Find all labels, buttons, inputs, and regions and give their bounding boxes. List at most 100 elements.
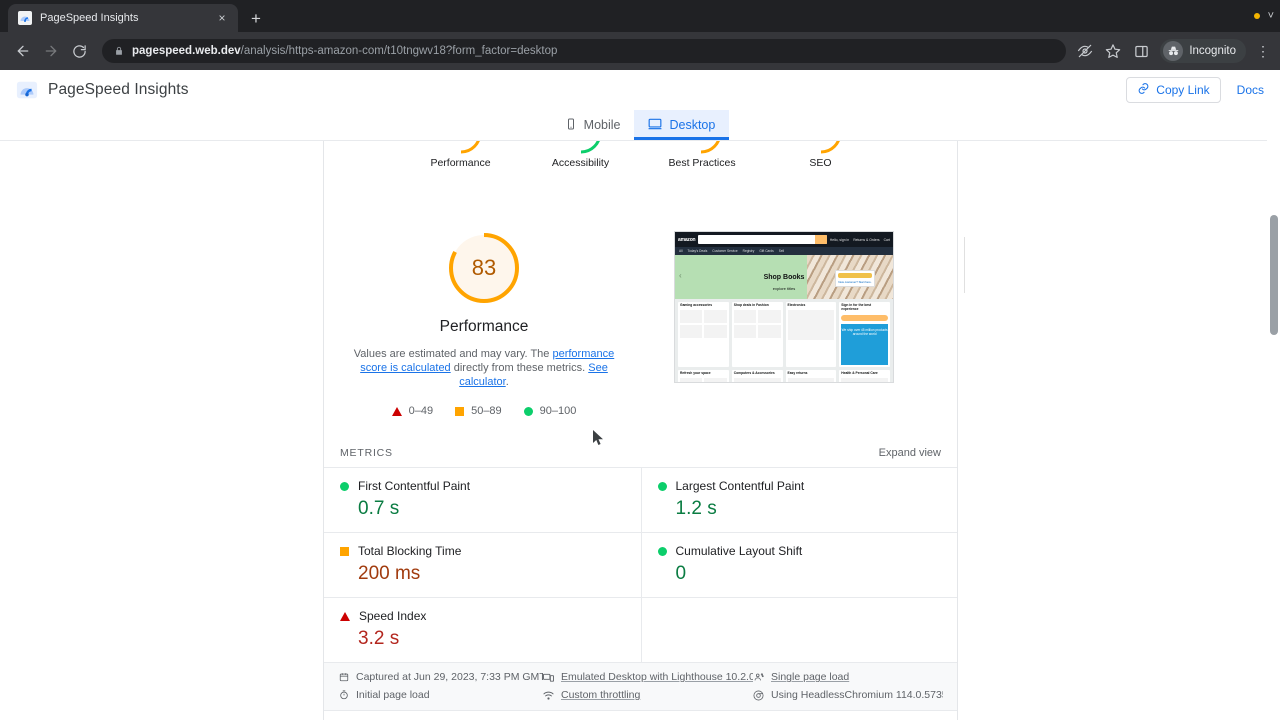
tab-desktop[interactable]: Desktop — [634, 110, 730, 140]
forward-button[interactable] — [38, 38, 64, 64]
env-captured-at: Captured at Jun 29, 2023, 7:33 PM GMT+3 — [338, 671, 543, 683]
tile — [733, 309, 757, 323]
toolbar-actions: Incognito ⋮ — [1076, 39, 1270, 63]
card-title: Health & Personal Care — [841, 371, 878, 376]
tile — [680, 324, 703, 338]
url-domain: pagespeed.web.dev — [132, 45, 241, 57]
amazon-card-grid: Gaming accessories Shop deals in Fashion… — [675, 299, 893, 382]
card-title: Computers & Accessories — [733, 371, 775, 376]
timer-icon — [338, 690, 349, 701]
amazon-subnav-item: Today's Deals — [687, 249, 708, 253]
metric-speed-index[interactable]: Speed Index 3.2 s — [324, 598, 641, 664]
sidepanel-icon[interactable] — [1132, 42, 1150, 60]
throttle-icon — [543, 690, 554, 701]
env-emulated-device[interactable]: Emulated Desktop with Lighthouse 10.2.0 — [543, 671, 753, 683]
expand-view-button[interactable]: Expand view — [879, 447, 941, 459]
eye-off-icon[interactable] — [1076, 42, 1094, 60]
incognito-indicator[interactable]: Incognito — [1160, 39, 1246, 63]
scrollbar-track[interactable] — [1267, 140, 1280, 720]
tile — [841, 377, 888, 382]
back-button[interactable] — [10, 38, 36, 64]
metric-cumulative-layout-shift[interactable]: Cumulative Layout Shift 0 — [640, 533, 957, 599]
env-label: Custom throttling — [561, 689, 641, 702]
amazon-account-links: Hello, sign in Returns & Orders Cart — [830, 238, 890, 242]
tile — [758, 324, 781, 338]
tab-strip: PageSpeed Insights × + ˅ — [0, 0, 1280, 32]
link-icon — [1137, 82, 1150, 98]
psi-brand[interactable]: PageSpeed Insights — [16, 79, 189, 101]
gauge-label-best-practices: Best Practices — [668, 157, 736, 169]
hero-subtitle: explore titles — [772, 286, 796, 291]
new-tab-button[interactable]: + — [242, 4, 270, 32]
note-text-3: . — [505, 375, 509, 388]
hero-title: Shop Books — [763, 274, 805, 281]
legend-label-good: 90–100 — [539, 405, 577, 418]
environment-bar: Captured at Jun 29, 2023, 7:33 PM GMT+3 … — [324, 663, 957, 712]
chevron-down-icon[interactable]: ˅ — [1268, 10, 1274, 22]
legend-item-average: 50–89 — [455, 405, 502, 417]
gauge-seo[interactable]: SEO — [789, 141, 853, 191]
metric-value: 0 — [675, 563, 687, 585]
gauge-performance[interactable]: Performance — [429, 141, 493, 191]
reload-button[interactable] — [66, 38, 92, 64]
env-page-load-type[interactable]: Single page load — [753, 671, 943, 683]
docs-link[interactable]: Docs — [1237, 83, 1264, 97]
psi-header: PageSpeed Insights Copy Link Docs — [0, 70, 1280, 110]
gauge-label-seo: SEO — [809, 157, 832, 169]
browser-tab[interactable]: PageSpeed Insights × — [8, 4, 238, 32]
calendar-icon — [338, 672, 349, 683]
amazon-signin-link: Hello, sign in — [829, 237, 850, 242]
gauge-label-performance: Performance — [430, 157, 491, 169]
address-bar[interactable]: pagespeed.web.dev/analysis/https-amazon-… — [102, 39, 1067, 63]
mobile-icon — [565, 118, 577, 133]
card-tiles — [680, 377, 727, 382]
metric-largest-contentful-paint[interactable]: Largest Contentful Paint 1.2 s — [640, 468, 957, 534]
signin-new-customer: New customer? Start here. — [838, 279, 872, 284]
copy-link-label: Copy Link — [1156, 83, 1210, 97]
legend-label-poor: 0–49 — [408, 405, 434, 418]
metric-header: Speed Index — [340, 609, 625, 623]
metric-value: 3.2 s — [358, 628, 400, 650]
window-indicator-dot — [1253, 13, 1260, 19]
circle-icon — [523, 406, 533, 416]
performance-gauge: 83 — [445, 229, 523, 307]
performance-summary: 83 Performance Values are estimated and … — [324, 229, 642, 417]
star-icon[interactable] — [1104, 42, 1122, 60]
status-circle-icon — [657, 481, 667, 491]
legend-item-poor: 0–49 — [391, 405, 434, 418]
desktop-icon — [648, 117, 662, 134]
psi-header-actions: Copy Link Docs — [1126, 77, 1264, 103]
metric-value: 200 ms — [358, 563, 421, 585]
psi-title: PageSpeed Insights — [48, 81, 189, 98]
gauge-best-practices[interactable]: Best Practices — [668, 141, 736, 191]
legend-label-average: 50–89 — [471, 405, 502, 418]
lock-icon — [114, 46, 124, 56]
gauge-arc-best-practices — [679, 141, 723, 155]
amazon-card: Refresh your space — [678, 370, 729, 382]
amazon-card: Sign in for the best experience We ship … — [839, 302, 890, 368]
gauge-accessibility[interactable]: Accessibility — [549, 141, 613, 191]
browser-menu-button[interactable]: ⋮ — [1256, 44, 1270, 58]
performance-title: Performance — [439, 318, 529, 335]
report-card: Performance Accessibility Best Practices — [323, 141, 965, 720]
performance-score: 83 — [471, 255, 497, 280]
card-title: Sign in for the best experience — [841, 303, 872, 311]
metric-total-blocking-time[interactable]: Total Blocking Time 200 ms — [324, 533, 641, 599]
amazon-logo: amazon — [678, 236, 696, 243]
amazon-card: Health & Personal Care — [839, 370, 890, 382]
close-icon[interactable]: × — [214, 10, 230, 26]
tab-mobile[interactable]: Mobile — [551, 110, 635, 140]
performance-note: Values are estimated and may vary. The p… — [339, 348, 629, 389]
amazon-card: Electronics — [785, 302, 837, 368]
metric-first-contentful-paint[interactable]: First Contentful Paint 0.7 s — [324, 468, 641, 534]
signin-button — [838, 273, 872, 278]
amazon-search-bar — [698, 235, 828, 244]
incognito-icon — [1163, 41, 1184, 61]
copy-link-button[interactable]: Copy Link — [1126, 77, 1221, 103]
browser-toolbar: pagespeed.web.dev/analysis/https-amazon-… — [0, 32, 1280, 70]
tile — [704, 309, 727, 323]
tile — [704, 377, 727, 382]
final-screenshot[interactable]: amazon Hello, sign in Returns & Orders C… — [674, 231, 894, 383]
scrollbar-thumb[interactable] — [1270, 215, 1278, 335]
env-throttling[interactable]: Custom throttling — [543, 689, 753, 701]
